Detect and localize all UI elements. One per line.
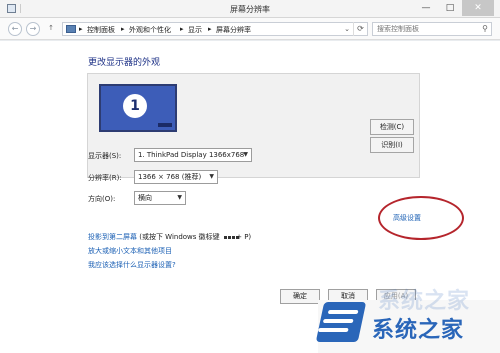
project-second-screen-row: 投影到第二屏幕 (或按下 Windows 徽标键 + P) — [88, 232, 251, 242]
refresh-icon[interactable]: ⟳ — [353, 22, 367, 36]
resolution-select[interactable]: 1366 × 768 (推荐) ▼ — [134, 170, 218, 184]
chevron-down-icon[interactable]: ⌄ — [344, 25, 350, 33]
breadcrumb-item-screen-resolution[interactable]: 屏幕分辨率 — [216, 25, 251, 35]
chevron-down-icon: ▼ — [177, 194, 182, 201]
maximize-button[interactable]: □ — [438, 0, 462, 16]
chevron-down-icon: ▼ — [243, 151, 248, 158]
project-hint-suffix: + P) — [233, 233, 252, 241]
up-button[interactable]: ↑ — [46, 22, 56, 36]
windows-logo-icon — [223, 234, 239, 242]
display-select[interactable]: 1. ThinkPad Display 1366x768 ▼ — [134, 148, 252, 162]
control-panel-icon — [66, 25, 76, 33]
search-icon[interactable]: ⚲ — [482, 24, 488, 33]
chevron-down-icon: ▼ — [209, 173, 214, 180]
resolution-label: 分辨率(R): — [88, 174, 122, 182]
back-button[interactable]: ← — [8, 22, 22, 36]
breadcrumb-separator-icon: ▸ — [121, 25, 125, 33]
orientation-label: 方向(O): — [88, 195, 116, 203]
project-second-screen-link[interactable]: 投影到第二屏幕 — [88, 233, 137, 241]
close-button[interactable]: ✕ — [462, 0, 494, 16]
search-box[interactable]: ⚲ — [372, 22, 492, 36]
breadcrumb-separator-icon: ▸ — [180, 25, 184, 33]
annotation-circle — [378, 196, 464, 240]
identify-button[interactable]: 识别(I) — [370, 137, 414, 153]
address-bar: ← → ↑ ▸ 控制面板 ▸ 外观和个性化 ▸ 显示 ▸ 屏幕分辨率 ⌄ ⟳ ⚲ — [0, 18, 500, 40]
which-settings-link[interactable]: 我应该选择什么显示器设置? — [88, 260, 176, 270]
page-title: 更改显示器的外观 — [88, 58, 161, 68]
monitor-1-icon[interactable]: 1 — [99, 84, 177, 132]
breadcrumb-item-control-panel[interactable]: 控制面板 — [87, 25, 115, 35]
ok-button[interactable]: 确定 — [280, 289, 320, 304]
breadcrumb-item-display[interactable]: 显示 — [188, 25, 202, 35]
resolution-select-value: 1366 × 768 (推荐) — [138, 173, 202, 181]
search-input[interactable] — [377, 23, 477, 35]
display-select-value: 1. ThinkPad Display 1366x768 — [138, 151, 245, 159]
monitor-number: 1 — [123, 94, 147, 118]
project-hint-text: (或按下 Windows 徽标键 — [137, 233, 222, 241]
title-bar: 屏幕分辨率 — □ ✕ — [0, 0, 500, 18]
breadcrumb-separator-icon: ▸ — [208, 25, 212, 33]
breadcrumb-item-appearance[interactable]: 外观和个性化 — [129, 25, 171, 35]
detect-button[interactable]: 检测(C) — [370, 119, 414, 135]
forward-button[interactable]: → — [26, 22, 40, 36]
minimize-button[interactable]: — — [414, 0, 438, 16]
watermark-logo-icon — [315, 302, 367, 342]
text-size-link[interactable]: 放大或缩小文本和其他项目 — [88, 246, 172, 256]
watermark-ghost-text: 系统之家 — [378, 288, 471, 314]
breadcrumb-separator-icon: ▸ — [79, 25, 83, 33]
orientation-select-value: 横向 — [138, 194, 152, 202]
orientation-select[interactable]: 横向 ▼ — [134, 191, 186, 205]
watermark-text: 系统之家 — [372, 317, 465, 343]
taskbar-icon — [158, 123, 172, 127]
breadcrumb[interactable]: ▸ 控制面板 ▸ 外观和个性化 ▸ 显示 ▸ 屏幕分辨率 ⌄ ⟳ — [62, 22, 368, 36]
display-label: 显示器(S): — [88, 152, 122, 160]
